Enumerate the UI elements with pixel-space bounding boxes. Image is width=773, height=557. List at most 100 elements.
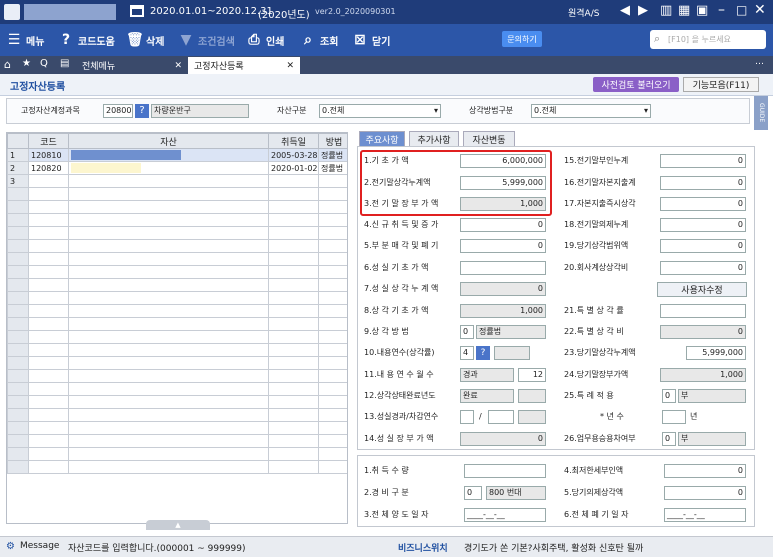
row-code[interactable] xyxy=(28,330,69,344)
row-asset[interactable] xyxy=(68,382,269,396)
row-number[interactable] xyxy=(7,460,29,474)
row-number[interactable] xyxy=(7,291,29,305)
field-value-input[interactable]: 0 xyxy=(660,154,746,168)
row-method[interactable] xyxy=(318,408,347,422)
row-date[interactable] xyxy=(268,226,319,240)
row-date[interactable] xyxy=(268,395,319,409)
back-arrow-icon[interactable]: ◀ xyxy=(620,3,630,18)
row-code[interactable] xyxy=(28,291,69,305)
row-number[interactable] xyxy=(7,187,29,201)
row-number[interactable] xyxy=(7,304,29,318)
row-method[interactable] xyxy=(318,317,347,331)
book-icon[interactable]: ▥ xyxy=(660,3,672,18)
deduction-years-input[interactable] xyxy=(488,410,514,424)
close-window-icon[interactable]: ✕ xyxy=(754,2,766,18)
table-row[interactable] xyxy=(7,395,347,409)
row-method[interactable] xyxy=(318,330,347,344)
row-date[interactable] xyxy=(268,213,319,227)
row-asset[interactable] xyxy=(68,278,269,292)
row-date[interactable] xyxy=(268,460,319,474)
row-asset[interactable] xyxy=(68,187,269,201)
row-number[interactable]: 2 xyxy=(7,161,29,175)
row-method[interactable] xyxy=(318,447,347,461)
row-method[interactable] xyxy=(318,421,347,435)
field-value-input[interactable]: 0 xyxy=(660,261,746,275)
row-method[interactable] xyxy=(318,356,347,370)
row-asset[interactable] xyxy=(68,356,269,370)
delete-button[interactable]: 🗑 삭제 xyxy=(126,30,164,50)
row-number[interactable] xyxy=(7,369,29,383)
table-row[interactable]: 2 120820 2020-01-02 정률법 xyxy=(7,161,347,175)
row-method[interactable] xyxy=(318,460,347,474)
method-code-input[interactable]: 0 xyxy=(460,325,474,339)
row-asset[interactable] xyxy=(68,343,269,357)
useful-life-help-icon[interactable]: ? xyxy=(476,346,490,360)
grid-icon[interactable]: ▦ xyxy=(678,3,690,18)
row-asset[interactable] xyxy=(68,226,269,240)
table-row[interactable] xyxy=(7,200,347,214)
months-input[interactable]: 12 xyxy=(518,368,546,382)
row-date[interactable] xyxy=(268,317,319,331)
row-date[interactable] xyxy=(268,252,319,266)
row-code[interactable] xyxy=(28,317,69,331)
row-date[interactable] xyxy=(268,265,319,279)
row-method[interactable] xyxy=(318,304,347,318)
field-value-input[interactable]: 0 xyxy=(660,176,746,190)
row-code[interactable] xyxy=(28,239,69,253)
tab-fixed-asset[interactable]: 고정자산등록 ✕ xyxy=(188,57,300,74)
row-method[interactable] xyxy=(318,369,347,383)
field-value-input[interactable] xyxy=(460,261,546,275)
forward-arrow-icon[interactable]: ▶ xyxy=(638,3,648,18)
table-row[interactable] xyxy=(7,278,347,292)
row-method[interactable] xyxy=(318,226,347,240)
field-value-input[interactable]: 0 xyxy=(660,218,746,232)
row-number[interactable] xyxy=(7,265,29,279)
field-value-input[interactable]: 0 xyxy=(664,486,746,500)
close-tab-icon[interactable]: ✕ xyxy=(174,61,182,71)
remote-support[interactable]: 원격A/S xyxy=(568,6,599,19)
row-number[interactable] xyxy=(7,408,29,422)
minimize-icon[interactable]: – xyxy=(718,2,725,18)
row-date[interactable] xyxy=(268,200,319,214)
row-asset[interactable] xyxy=(68,213,269,227)
table-row[interactable] xyxy=(7,239,347,253)
table-row[interactable] xyxy=(7,291,347,305)
field-value-input[interactable]: ____-__-__ xyxy=(464,508,546,522)
row-code[interactable] xyxy=(28,213,69,227)
row-date[interactable] xyxy=(268,408,319,422)
row-date[interactable] xyxy=(268,330,319,344)
row-asset[interactable] xyxy=(68,408,269,422)
menu-grid-icon[interactable]: ▤ xyxy=(60,58,69,69)
table-row[interactable] xyxy=(7,460,347,474)
row-asset[interactable] xyxy=(68,369,269,383)
row-date[interactable] xyxy=(268,447,319,461)
home-icon[interactable]: ⌂ xyxy=(4,58,11,71)
row-asset[interactable] xyxy=(68,252,269,266)
row-code[interactable] xyxy=(28,395,69,409)
row-number[interactable] xyxy=(7,278,29,292)
table-row[interactable] xyxy=(7,226,347,240)
row-method[interactable] xyxy=(318,278,347,292)
row-code[interactable] xyxy=(28,200,69,214)
row-method[interactable] xyxy=(318,382,347,396)
row-code[interactable] xyxy=(28,252,69,266)
row-code[interactable]: 120820 xyxy=(28,161,69,175)
field-value-input[interactable]: 0 xyxy=(460,239,546,253)
table-row[interactable] xyxy=(7,356,347,370)
years-input[interactable] xyxy=(662,410,686,424)
row-asset[interactable] xyxy=(68,265,269,279)
subtab-additional[interactable]: 추가사항 xyxy=(409,131,459,146)
row-method[interactable] xyxy=(318,200,347,214)
subtab-main[interactable]: 주요사항 xyxy=(359,131,405,146)
row-method[interactable] xyxy=(318,291,347,305)
field-value-input[interactable]: 0 xyxy=(460,218,546,232)
row-date[interactable] xyxy=(268,434,319,448)
row-number[interactable] xyxy=(7,239,29,253)
search-tab-icon[interactable]: Q xyxy=(40,58,48,69)
row-asset[interactable] xyxy=(68,395,269,409)
table-row[interactable] xyxy=(7,252,347,266)
table-row[interactable]: 3 xyxy=(7,174,347,188)
table-row[interactable] xyxy=(7,304,347,318)
filter-button[interactable]: ▼ 조건검색 xyxy=(178,30,235,50)
table-row[interactable] xyxy=(7,330,347,344)
